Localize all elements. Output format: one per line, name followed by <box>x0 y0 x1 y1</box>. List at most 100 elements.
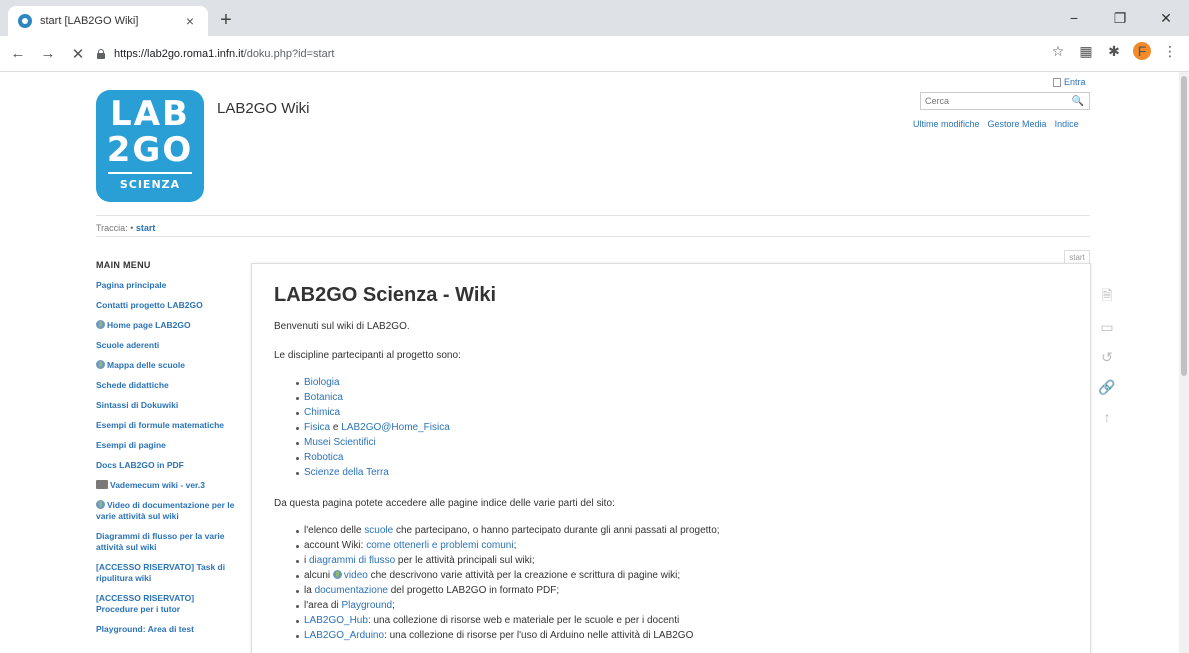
header-divider <box>96 215 1090 216</box>
toolbar-actions: ☆ ▦ ✱ F ⋮ <box>1049 42 1179 60</box>
login-icon <box>1053 77 1061 87</box>
forward-button[interactable]: → <box>36 42 60 66</box>
url-text[interactable]: https://lab2go.roma1.infn.it/doku.php?id… <box>114 48 334 60</box>
profile-avatar[interactable]: F <box>1133 42 1151 60</box>
text: la <box>304 585 315 596</box>
recent-changes-link[interactable]: Ultime modifiche <box>913 119 980 129</box>
revisions-icon[interactable]: ▭ <box>1098 318 1116 336</box>
disciplines-intro: Le discipline partecipanti al progetto s… <box>274 350 461 361</box>
link-come-ottenerli[interactable]: come ottenerli <box>366 540 429 551</box>
sidebar-item-diagrammi[interactable]: Diagrammi di flusso per la varie attivit… <box>96 531 238 553</box>
text: ; <box>513 540 517 551</box>
text: : una collezione di risorse web e materi… <box>367 615 680 626</box>
maximize-button[interactable]: ❐ <box>1097 0 1143 36</box>
globe-icon <box>96 500 105 509</box>
login-link[interactable]: Entra <box>1053 77 1086 87</box>
logo-line-1: LAB <box>110 94 190 134</box>
sidebar-item-video-doc[interactable]: Video di documentazione per le varie att… <box>96 500 238 522</box>
breadcrumb-start-link[interactable]: start <box>136 223 156 233</box>
close-tab-icon[interactable]: × <box>182 13 198 29</box>
text: ; <box>392 600 395 611</box>
sidebar-item-pagina-principale[interactable]: Pagina principale <box>96 280 238 291</box>
sidebar-item-label: Vademecum wiki - ver.3 <box>110 480 205 490</box>
breadcrumb: Traccia: • start <box>96 223 155 233</box>
sidebar-item-playground[interactable]: Playground: Area di test <box>96 624 238 635</box>
link-problemi-comuni[interactable]: problemi comuni <box>440 540 513 551</box>
globe-icon <box>332 570 342 579</box>
site-tools: Ultime modifiche Gestore Media Indice <box>913 119 1079 129</box>
link-lab2go-home-fisica[interactable]: LAB2GO@Home_Fisica <box>341 422 450 433</box>
link-playground[interactable]: Playground <box>342 600 393 611</box>
sidebar: MAIN MENU Pagina principale Contatti pro… <box>96 260 238 644</box>
site-sections-list: l'elenco delle scuole che partecipano, o… <box>296 523 1068 643</box>
sidebar-item-formule[interactable]: Esempi di formule matematiche <box>96 420 238 431</box>
list-item: Fisica e LAB2GO@Home_Fisica <box>296 420 1068 435</box>
minimize-button[interactable]: − <box>1051 0 1097 36</box>
link-robotica[interactable]: Robotica <box>304 452 343 463</box>
link-musei-scientifici[interactable]: Musei Scientifici <box>304 437 376 448</box>
sidebar-item-sintassi[interactable]: Sintassi di Dokuwiki <box>96 400 238 411</box>
browser-menu-icon[interactable]: ⋮ <box>1161 43 1179 60</box>
scrollbar-thumb[interactable] <box>1181 76 1187 376</box>
list-item: Scienze della Terra <box>296 465 1068 480</box>
close-window-button[interactable]: ✕ <box>1143 0 1189 36</box>
page-scrollbar[interactable] <box>1179 72 1189 653</box>
link-lab2go-hub[interactable]: LAB2GO_Hub <box>304 615 368 626</box>
list-item: Biologia <box>296 375 1068 390</box>
media-manager-link[interactable]: Gestore Media <box>988 119 1047 129</box>
link-video[interactable]: video <box>344 570 368 581</box>
extensions-puzzle-icon[interactable]: ✱ <box>1105 43 1123 60</box>
lock-icon[interactable] <box>96 49 106 59</box>
page-title: LAB2GO Scienza - Wiki <box>274 284 497 306</box>
sidebar-item-schede-didattiche[interactable]: Schede didattiche <box>96 380 238 391</box>
bookmark-star-icon[interactable]: ☆ <box>1049 43 1067 60</box>
url-host: https://lab2go.roma1.infn.it <box>114 48 244 60</box>
link-chimica[interactable]: Chimica <box>304 407 340 418</box>
text: l'elenco delle <box>304 525 365 536</box>
sidebar-item-home-page[interactable]: Home page LAB2GO <box>96 320 238 331</box>
apps-grid-icon[interactable]: ▦ <box>1077 43 1095 60</box>
link-botanica[interactable]: Botanica <box>304 392 343 403</box>
sidebar-item-scuole-aderenti[interactable]: Scuole aderenti <box>96 340 238 351</box>
sidebar-item-esempi-pagine[interactable]: Esempi di pagine <box>96 440 238 451</box>
sidebar-item-vademecum[interactable]: Vademecum wiki - ver.3 <box>96 480 238 491</box>
globe-icon <box>96 320 105 329</box>
text: account Wiki: <box>304 540 367 551</box>
site-logo[interactable]: LAB 2GO SCIENZA <box>96 90 204 202</box>
sidebar-item-contatti[interactable]: Contatti progetto LAB2GO <box>96 300 238 311</box>
link-documentazione[interactable]: documentazione <box>315 585 388 596</box>
logo-line-3: SCIENZA <box>108 172 192 192</box>
link-biologia[interactable]: Biologia <box>304 377 340 388</box>
browser-tab[interactable]: start [LAB2GO Wiki] × <box>8 6 208 36</box>
link-diagrammi-flusso[interactable]: diagrammi di flusso <box>309 555 395 566</box>
link-scuole[interactable]: scuole <box>364 525 393 536</box>
breadcrumb-separator: • <box>130 223 134 233</box>
show-source-icon[interactable]: 🗎 <box>1098 287 1116 306</box>
link-fisica[interactable]: Fisica <box>304 422 330 433</box>
link-scienze-terra[interactable]: Scienze della Terra <box>304 467 389 478</box>
sidebar-item-docs-pdf[interactable]: Docs LAB2GO in PDF <box>96 460 238 471</box>
text: del progetto LAB2GO in formato PDF; <box>387 585 560 596</box>
sidebar-item-procedure-tutor[interactable]: [ACCESSO RISERVATO] Procedure per i tuto… <box>96 593 238 615</box>
search-icon[interactable]: 🔍 <box>1069 96 1087 107</box>
text: alcuni <box>304 570 333 581</box>
backlinks-icon[interactable]: 🔗 <box>1098 378 1116 396</box>
history-icon[interactable]: ↺ <box>1098 348 1116 366</box>
back-button[interactable]: ← <box>6 42 30 66</box>
address-bar[interactable]: https://lab2go.roma1.infn.it/doku.php?id… <box>96 42 1059 66</box>
back-to-top-icon[interactable]: ↑ <box>1098 408 1116 426</box>
breadcrumb-divider <box>96 236 1090 237</box>
text: : una collezione di risorse per l'uso di… <box>384 630 694 641</box>
link-lab2go-arduino[interactable]: LAB2GO_Arduino <box>304 630 384 641</box>
page-tools: 🗎 ▭ ↺ 🔗 ↑ <box>1096 287 1118 426</box>
site-title[interactable]: LAB2GO Wiki <box>217 100 310 117</box>
sidebar-item-task-ripulitura[interactable]: [ACCESSO RISERVATO] Task di ripulitura w… <box>96 562 238 584</box>
new-tab-button[interactable]: + <box>214 9 238 32</box>
sitemap-link[interactable]: Indice <box>1055 119 1079 129</box>
stop-loading-button[interactable]: ✕ <box>66 42 90 66</box>
search-input[interactable] <box>921 93 1069 109</box>
sidebar-item-mappa-scuole[interactable]: Mappa delle scuole <box>96 360 238 371</box>
disciplines-list: Biologia Botanica Chimica Fisica e LAB2G… <box>296 375 1068 480</box>
text-e: e <box>330 422 342 433</box>
site-favicon-icon <box>18 14 32 28</box>
